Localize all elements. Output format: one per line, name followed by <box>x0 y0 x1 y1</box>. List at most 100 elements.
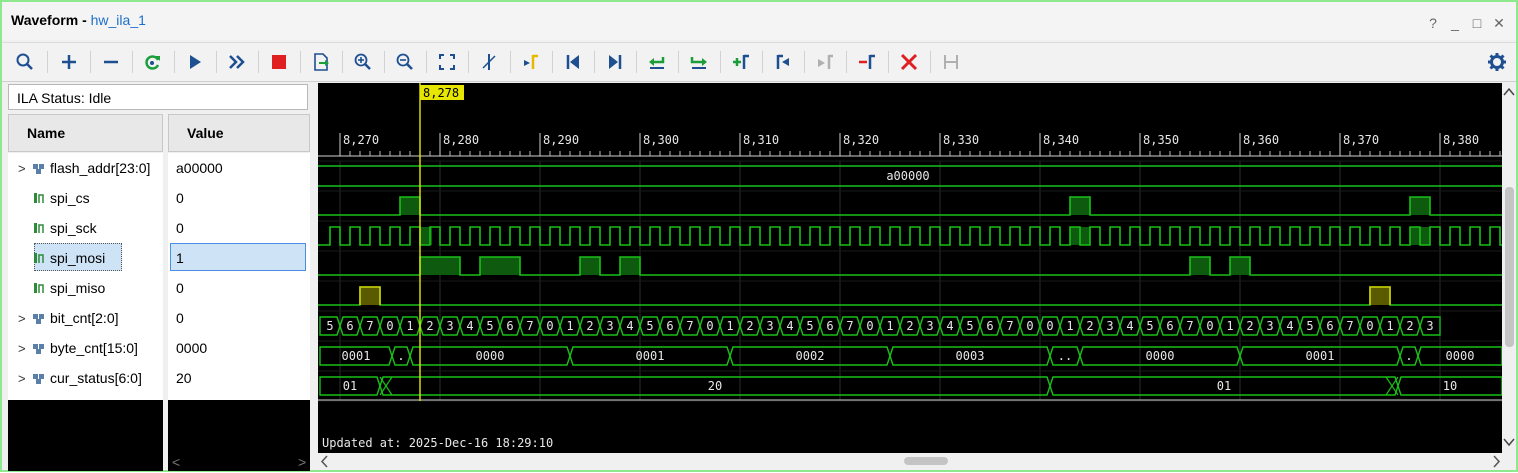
expand-chevron-icon[interactable]: > <box>18 311 32 326</box>
signal-row-spi-sck[interactable]: spi_sck <box>8 213 163 243</box>
bus-icon <box>33 344 44 354</box>
expand-chevron-icon[interactable]: > <box>18 341 32 356</box>
bus-value-flash-addr: a00000 <box>886 169 929 183</box>
spi-cs-wave-fill <box>400 197 420 215</box>
delete-icon[interactable] <box>896 49 922 75</box>
signal-row-spi-mosi[interactable]: spi_mosi <box>8 243 163 273</box>
previous-transition-icon[interactable] <box>644 49 670 75</box>
ruler-tick-label: 8,320 <box>843 133 879 147</box>
vertical-scrollbar[interactable] <box>1502 83 1516 453</box>
search-icon[interactable] <box>12 49 38 75</box>
zoom-out-minus-icon[interactable] <box>98 49 124 75</box>
value-column: a00000 0 0 1 0 0 0000 20 <box>168 153 310 471</box>
previous-marker-icon[interactable] <box>770 49 796 75</box>
signal-name: spi_miso <box>50 280 106 296</box>
ruler-tick-label: 8,380 <box>1443 133 1479 147</box>
window-title-text: Waveform <box>11 12 79 28</box>
add-marker-icon[interactable] <box>728 49 754 75</box>
bit-cnt-label: 6 <box>1166 319 1173 333</box>
value-cell: a00000 <box>168 153 310 183</box>
bit-cnt-label: 4 <box>1286 319 1293 333</box>
settings-icon[interactable] <box>1484 49 1510 75</box>
ruler-tick-label: 8,350 <box>1143 133 1179 147</box>
bit-cnt-label: 3 <box>1426 319 1433 333</box>
ruler-tick-label: 8,290 <box>543 133 579 147</box>
spi-cs-wave <box>318 196 1502 216</box>
expand-chevron-icon[interactable]: > <box>18 371 32 386</box>
stop-icon[interactable] <box>266 49 292 75</box>
export-icon[interactable] <box>308 49 334 75</box>
signal-name: byte_cnt[15:0] <box>50 340 138 356</box>
scroll-right-icon <box>1493 455 1501 468</box>
help-icon[interactable]: ? <box>1426 16 1440 30</box>
window-subtitle-link[interactable]: hw_ila_1 <box>91 12 146 28</box>
bit-cnt-label: 2 <box>586 319 593 333</box>
spi-mosi-wave-fill <box>1230 257 1250 275</box>
bit-cnt-label: 7 <box>1346 319 1353 333</box>
bus-icon <box>33 374 44 384</box>
bit-cnt-label: 5 <box>1146 319 1153 333</box>
minimize-icon[interactable]: _ <box>1448 16 1462 30</box>
scroll-left-icon[interactable]: < <box>172 454 180 470</box>
waveform-canvas[interactable]: 8,270 8,280 8,290 8,300 8,310 8,320 8,330 8,340… <box>318 83 1502 453</box>
bit-signal-icon <box>34 223 44 233</box>
signal-row-spi-cs[interactable]: spi_cs <box>8 183 163 213</box>
bit-cnt-label: 1 <box>1386 319 1393 333</box>
bit-cnt-label: 7 <box>366 319 373 333</box>
signal-row-flash-addr[interactable]: > flash_addr[23:0] <box>8 153 163 183</box>
close-icon[interactable]: ✕ <box>1492 16 1506 30</box>
swap-cursors-icon[interactable] <box>854 49 880 75</box>
marker-icon[interactable] <box>518 49 544 75</box>
bit-cnt-label: 0 <box>1206 319 1213 333</box>
signal-row-bit-cnt[interactable]: > bit_cnt[2:0] <box>8 303 163 333</box>
signal-row-spi-miso[interactable]: spi_miso <box>8 273 163 303</box>
zoom-in-plus-icon[interactable] <box>56 49 82 75</box>
signal-row-cur-status[interactable]: > cur_status[6:0] <box>8 363 163 393</box>
snap-icon[interactable] <box>938 49 964 75</box>
value-column-header[interactable]: Value <box>168 114 310 152</box>
bit-cnt-label: 7 <box>1006 319 1013 333</box>
scroll-right-icon[interactable]: > <box>298 454 306 470</box>
bit-cnt-label: 0 <box>1026 319 1033 333</box>
bit-cnt-label: 4 <box>946 319 953 333</box>
zoom-fit-icon[interactable] <box>434 49 460 75</box>
refresh-icon[interactable] <box>140 49 166 75</box>
name-column-header[interactable]: Name <box>8 114 163 152</box>
zoom-out-icon[interactable] <box>392 49 418 75</box>
next-transition-icon[interactable] <box>686 49 712 75</box>
signal-name: spi_sck <box>50 220 97 236</box>
bit-cnt-label: 1 <box>406 319 413 333</box>
spi-miso-wave-fill <box>360 287 380 305</box>
go-to-end-icon[interactable] <box>602 49 628 75</box>
maximize-icon[interactable]: □ <box>1470 16 1484 30</box>
bit-cnt-label: 5 <box>326 319 333 333</box>
run-immediate-icon[interactable] <box>224 49 250 75</box>
go-to-start-icon[interactable] <box>560 49 586 75</box>
signal-name: bit_cnt[2:0] <box>50 310 119 326</box>
signal-value: 0 <box>176 310 184 326</box>
cursor-icon[interactable] <box>476 49 502 75</box>
run-trigger-icon[interactable] <box>182 49 208 75</box>
ruler-tick-label: 8,340 <box>1043 133 1079 147</box>
horizontal-scrollbar[interactable] <box>318 453 1516 470</box>
signal-row-byte-cnt[interactable]: > byte_cnt[15:0] <box>8 333 163 363</box>
bit-cnt-label: 2 <box>426 319 433 333</box>
signal-name: spi_mosi <box>50 250 106 266</box>
toolbar <box>2 42 1516 82</box>
spi-mosi-wave-fill <box>580 257 600 275</box>
bit-cnt-label: 3 <box>1106 319 1113 333</box>
signal-value: a00000 <box>176 160 223 176</box>
bit-cnt-label: 5 <box>806 319 813 333</box>
window-title: Waveform - hw_ila_1 <box>11 12 146 28</box>
zoom-in-icon[interactable] <box>350 49 376 75</box>
next-marker-icon[interactable] <box>812 49 838 75</box>
bit-cnt-label: 6 <box>826 319 833 333</box>
updated-at-text: Updated at: 2025-Dec-16 18:29:10 <box>322 436 553 450</box>
waveform-svg: 8,270 8,280 8,290 8,300 8,310 8,320 8,330 8,340… <box>318 83 1502 450</box>
signal-name: flash_addr[23:0] <box>50 160 151 176</box>
bit-cnt-label: 6 <box>346 319 353 333</box>
expand-chevron-icon[interactable]: > <box>18 161 32 176</box>
bit-cnt-label: 0 <box>866 319 873 333</box>
bit-cnt-label: 3 <box>446 319 453 333</box>
signal-name: cur_status[6:0] <box>50 370 142 386</box>
